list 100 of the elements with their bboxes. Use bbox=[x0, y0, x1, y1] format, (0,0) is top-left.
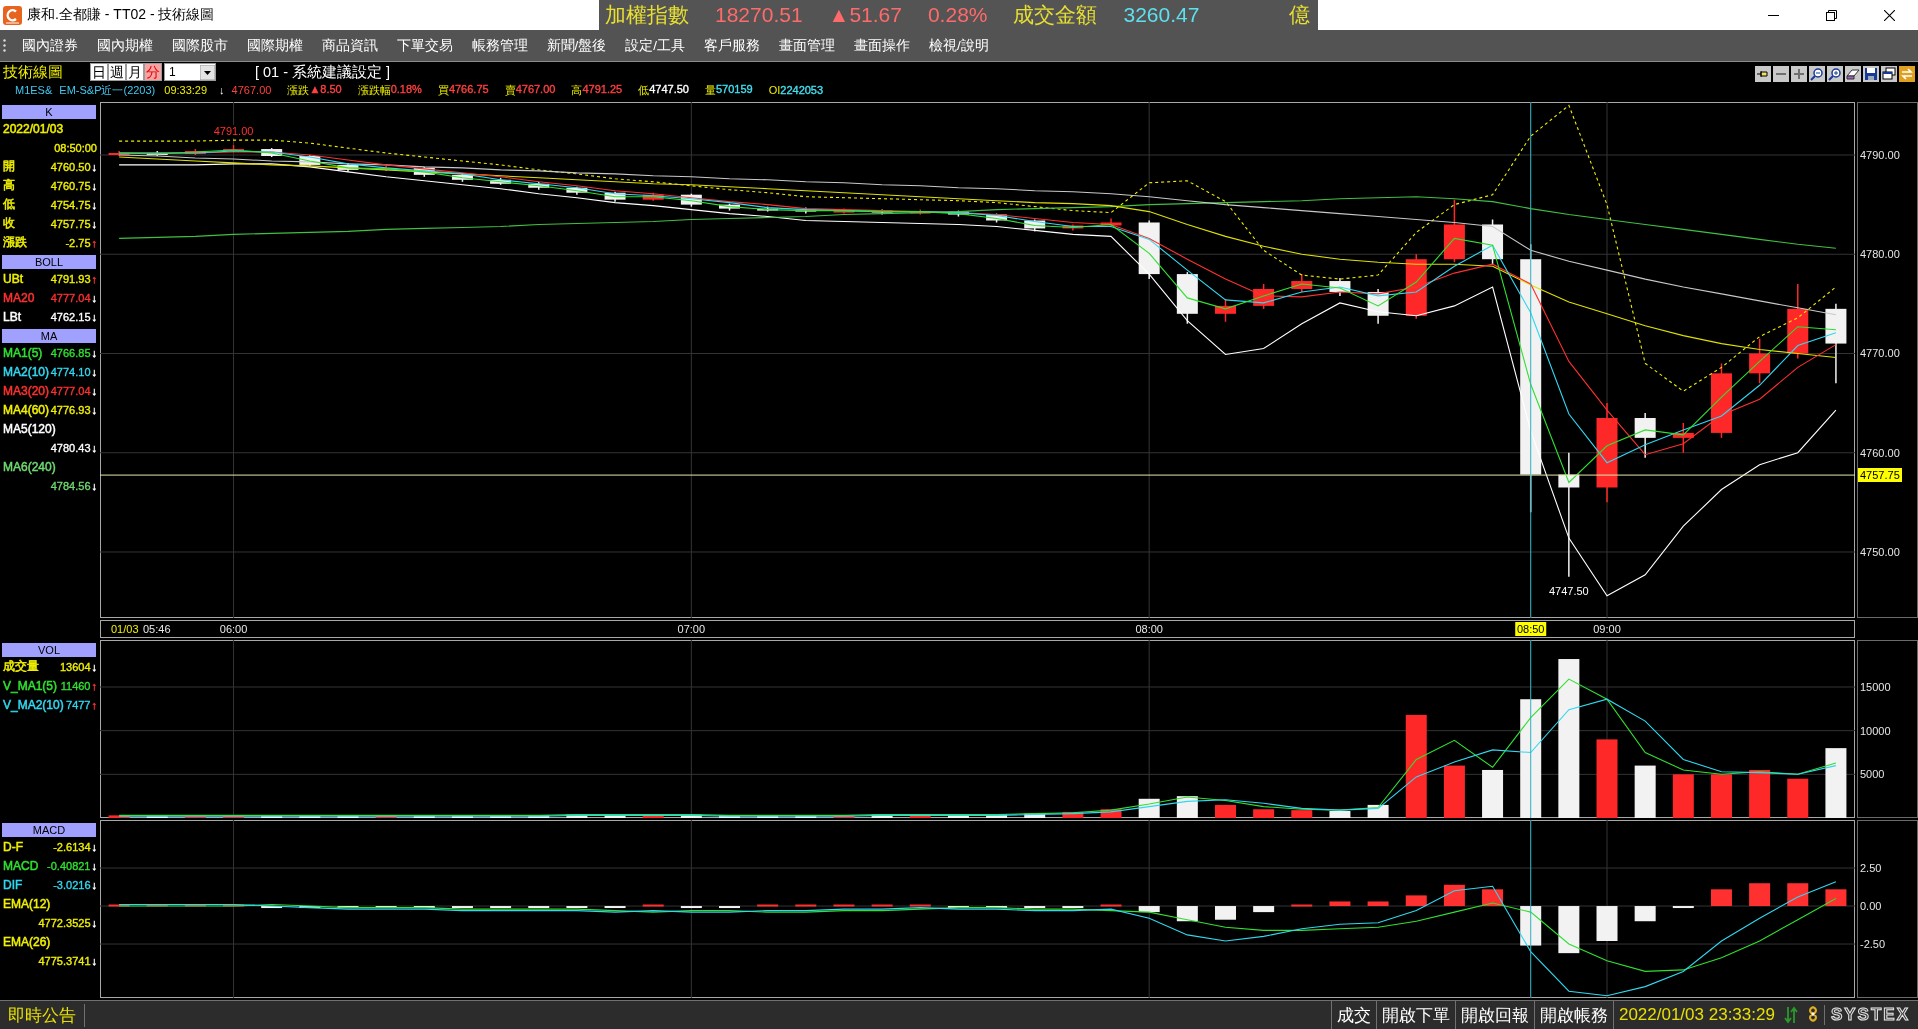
axis-label: 4790.00 bbox=[1860, 148, 1900, 162]
price-extreme-label: 4791.00 bbox=[211, 125, 256, 139]
quote-label: 賣 bbox=[504, 82, 516, 98]
date-label: 01/03 bbox=[111, 623, 139, 636]
indicator-value: 4774.10 bbox=[50, 365, 91, 378]
cursor-price-label: 4757.75 bbox=[1858, 468, 1902, 483]
indicator-value: 4760.50 bbox=[50, 160, 91, 173]
cursor-time-label: 08:50 bbox=[1514, 622, 1547, 636]
trend-arrow: ↓ bbox=[91, 160, 97, 173]
indicator-label: 高 bbox=[3, 177, 15, 194]
indicator-label: MA6(240) bbox=[3, 459, 56, 474]
indicator-header: VOL bbox=[2, 643, 96, 657]
time-label: 06:00 bbox=[219, 623, 248, 636]
quote-value: 4791.25 bbox=[582, 82, 623, 95]
quote-value: 4766.75 bbox=[448, 82, 489, 95]
trend-arrow: ↓ bbox=[91, 179, 97, 192]
axis-label: 4780.00 bbox=[1860, 247, 1900, 262]
symbol-name: EM-S&P近一(2203) bbox=[59, 82, 156, 98]
trend-arrow: ↓ bbox=[91, 217, 97, 230]
indicator-label: 成交量 bbox=[3, 658, 39, 675]
trend-arrow: ↓ bbox=[91, 840, 97, 853]
indicator-label: 收 bbox=[3, 215, 15, 232]
indicator-label: MA20 bbox=[3, 290, 35, 305]
trend-arrow: ↓ bbox=[91, 660, 97, 673]
quote-time: 09:33:29 bbox=[164, 84, 208, 96]
ticker-text: 億 bbox=[1289, 2, 1310, 28]
trend-arrow: ↑ bbox=[91, 236, 97, 249]
last-price: 4767.00 bbox=[231, 84, 272, 96]
indicator-label: 漲跌 bbox=[3, 234, 27, 251]
axis-label: 0.00 bbox=[1860, 899, 1882, 914]
indicator-value: 7477 bbox=[66, 698, 91, 711]
indicator-label: EMA(26) bbox=[3, 934, 51, 949]
indicator-label: 2022/01/03 bbox=[3, 121, 64, 136]
indicator-label: 開 bbox=[3, 158, 15, 175]
trend-arrow: ↓ bbox=[91, 198, 97, 211]
axis-label: 4760.00 bbox=[1860, 445, 1900, 460]
quote-value: ▲8.50 bbox=[309, 82, 342, 97]
indicator-label: MA1(5) bbox=[3, 345, 43, 360]
clock-text: 2022/01/03 23:33:29 bbox=[1612, 1001, 1780, 1029]
indicator-value: 4791.93 bbox=[50, 272, 91, 285]
indicator-value: -3.0216 bbox=[53, 878, 91, 891]
axis-label: 10000 bbox=[1860, 723, 1891, 738]
indicator-value: 4760.75 bbox=[50, 179, 91, 192]
indicator-value: 08:50:00 bbox=[54, 141, 97, 154]
indicator-value: 4777.04 bbox=[50, 384, 91, 397]
indicator-value: 4784.56 bbox=[50, 479, 91, 492]
trend-arrow: ↓ bbox=[91, 310, 97, 323]
axis-label: 5000 bbox=[1860, 767, 1885, 782]
indicator-label: 低 bbox=[3, 196, 15, 213]
axis-label: 4750.00 bbox=[1860, 545, 1900, 559]
indicator-header: BOLL bbox=[2, 255, 96, 269]
indicator-value: 4757.75 bbox=[50, 217, 91, 230]
indicator-label: MA2(10) bbox=[3, 364, 49, 379]
trend-arrow: ↓ bbox=[91, 916, 97, 929]
quote-label: 漲跌幅 bbox=[357, 82, 391, 98]
indicator-value: 4762.15 bbox=[50, 310, 91, 323]
trend-arrow: ↓ bbox=[91, 365, 97, 378]
quote-label: 高 bbox=[571, 82, 583, 98]
quote-value: 2242053 bbox=[780, 84, 824, 96]
start-time-label: 05:46 bbox=[143, 623, 171, 636]
axis-label: -2.50 bbox=[1860, 937, 1886, 952]
indicator-label: V_MA1(5) bbox=[3, 678, 58, 693]
trend-arrow: ↓ bbox=[91, 878, 97, 891]
trend-arrow: ↓ bbox=[91, 954, 97, 967]
indicator-value: 4754.75 bbox=[50, 198, 91, 211]
indicator-value: -2.75 bbox=[65, 236, 91, 249]
time-label: 08:00 bbox=[1135, 623, 1163, 636]
axis-label: 4770.00 bbox=[1860, 346, 1900, 361]
indicator-label: LBt bbox=[3, 309, 21, 324]
indicator-header: MA bbox=[2, 329, 96, 343]
trend-arrow: ↓ bbox=[91, 291, 97, 304]
indicator-value: 4772.3525 bbox=[38, 916, 91, 929]
trend-arrow: ↑ bbox=[91, 698, 97, 711]
trend-arrow: ↓ bbox=[91, 859, 97, 872]
panel-title: 技術線圖 bbox=[2, 62, 64, 82]
quote-label: OI bbox=[768, 84, 781, 96]
trend-arrow: ↑ bbox=[91, 679, 97, 692]
trend-arrow: ↓ bbox=[91, 441, 97, 454]
ticker-text: 成交金額 bbox=[1013, 2, 1098, 28]
quote-value: 570159 bbox=[715, 82, 753, 97]
trend-arrow: ↓ bbox=[91, 384, 97, 397]
ticker-text: 3260.47 bbox=[1123, 2, 1200, 28]
indicator-label: MA3(20) bbox=[3, 383, 49, 398]
quote-label: 低 bbox=[638, 82, 650, 98]
trend-arrow: ↓ bbox=[91, 346, 97, 359]
quote-value: 0.18% bbox=[390, 82, 422, 95]
quote-label: 漲跌 bbox=[287, 82, 310, 98]
layout-title: [ 01 - 系統建議設定 ] bbox=[255, 62, 391, 82]
indicator-value: 4780.43 bbox=[50, 441, 91, 454]
indicator-value: -2.6134 bbox=[53, 840, 91, 853]
indicator-label: EMA(12) bbox=[3, 896, 51, 911]
indicator-value: 4776.93 bbox=[50, 403, 91, 416]
tick-arrow: ↓ bbox=[219, 84, 225, 96]
indicator-label: MA5(120) bbox=[3, 421, 56, 436]
axis-label: 15000 bbox=[1860, 680, 1891, 694]
indicator-label: D-F bbox=[3, 839, 23, 854]
trend-arrow: ↓ bbox=[91, 403, 97, 416]
time-label: 07:00 bbox=[677, 623, 706, 636]
indicator-header: MACD bbox=[2, 823, 96, 837]
trend-arrow: ↓ bbox=[91, 479, 97, 492]
